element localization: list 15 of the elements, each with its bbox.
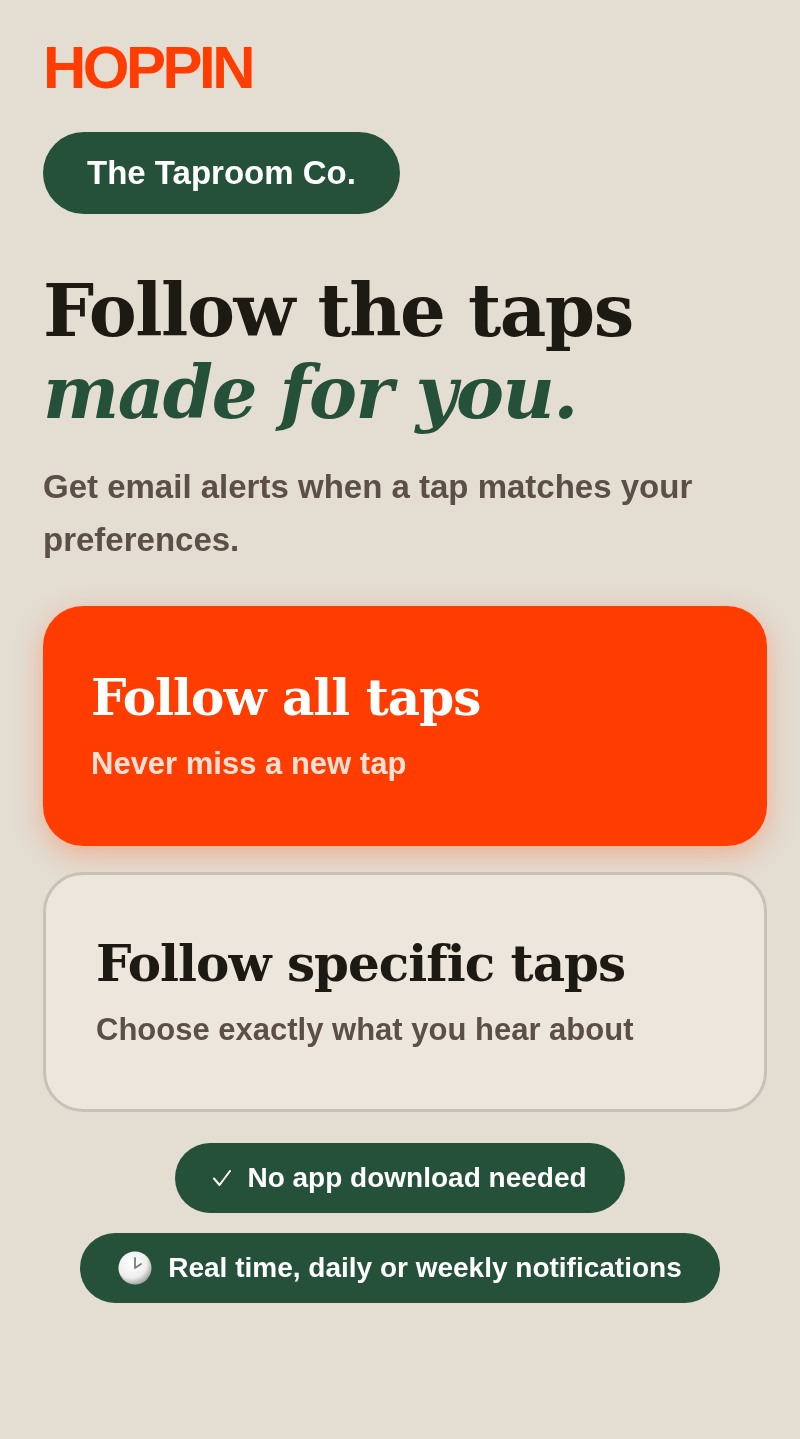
clock-icon	[118, 1251, 153, 1285]
logo: HOPPIN	[43, 38, 253, 98]
feature-label: Real time, daily or weekly notifications	[168, 1252, 682, 1284]
option-title: Follow specific taps	[96, 935, 626, 991]
venue-badge: The Taproom Co.	[43, 132, 400, 214]
feature-label: No app download needed	[247, 1162, 587, 1194]
check-icon	[213, 1170, 232, 1186]
option-description: Never miss a new tap	[91, 744, 407, 783]
option-description: Choose exactly what you hear about	[96, 1010, 634, 1049]
heading: Follow the taps	[43, 270, 634, 352]
option-card[interactable]: Follow all taps Never miss a new tap	[43, 606, 767, 846]
option-title: Follow all taps	[91, 669, 481, 725]
subtitle: Get email alerts when a tap matches your preferences.	[43, 467, 694, 560]
heading-accent: made for you.	[43, 352, 577, 434]
option-card[interactable]: Follow specific taps Choose exactly what you hear about	[43, 872, 767, 1112]
